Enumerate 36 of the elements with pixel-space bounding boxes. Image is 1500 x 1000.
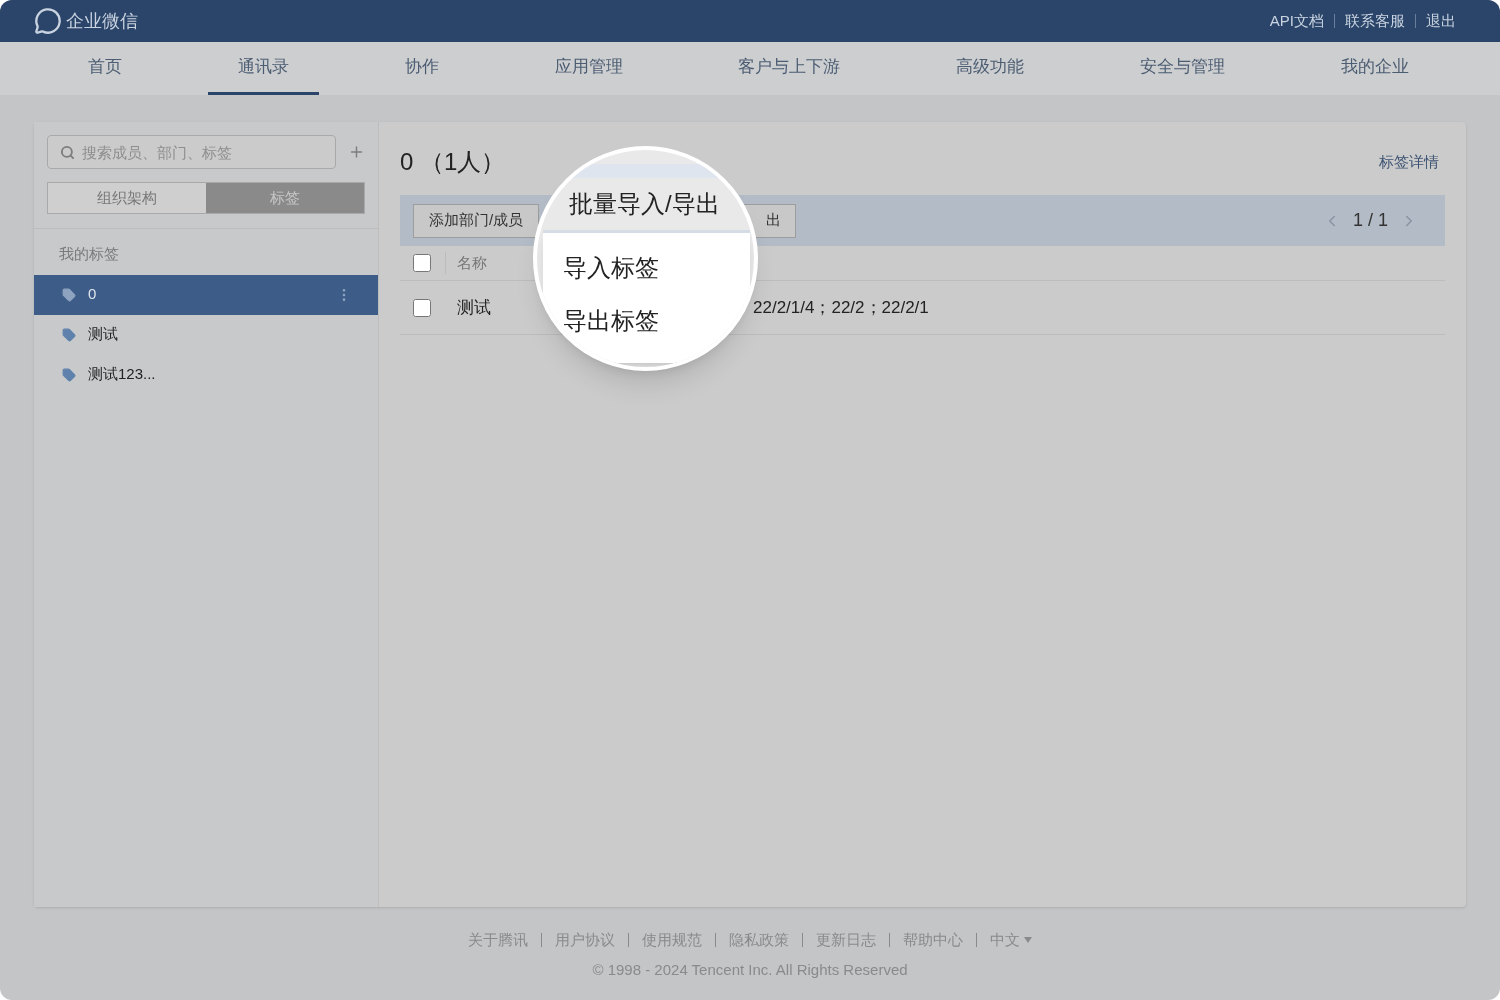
view-tab[interactable]: 组织架构	[48, 183, 206, 213]
nav-tab[interactable]: 客户与上下游	[708, 42, 871, 95]
table-cell: 22/2/1/4；22/2；22/2/1	[753, 297, 929, 317]
select-all-checkbox[interactable]	[413, 254, 431, 272]
menu-item[interactable]: 导入标签	[543, 241, 750, 294]
menu-item[interactable]: 导出标签	[543, 294, 750, 347]
toolbar-button[interactable]: 添加部门/成员	[413, 203, 540, 238]
header-link[interactable]: 联系客服	[1334, 14, 1415, 28]
page-indicator: 1 / 1	[1352, 209, 1388, 232]
nav-tab[interactable]: 首页	[58, 42, 152, 95]
tag-detail-link[interactable]: 标签详情	[1379, 150, 1439, 174]
logo-text: 企业微信	[66, 9, 138, 33]
dropdown-icon	[1024, 937, 1032, 943]
tag-icon	[60, 367, 78, 382]
nav-tab[interactable]: 高级功能	[926, 42, 1055, 95]
nav-tab[interactable]: 我的企业	[1310, 42, 1439, 95]
column-header: 名称	[445, 251, 487, 275]
search-icon	[60, 145, 75, 160]
copyright-text: © 1998 - 2024 Tencent Inc. All Rights Reserved	[591, 960, 909, 980]
tag-item[interactable]: 测试123...	[34, 354, 378, 395]
nav-tab[interactable]: 协作	[374, 42, 469, 95]
tag-title: 0 （1人）	[400, 147, 506, 177]
tag-item[interactable]: 0	[34, 274, 378, 315]
tag-icon	[60, 287, 78, 302]
header-link[interactable]: 退出	[1415, 14, 1466, 28]
nav-tab[interactable]: 通讯录	[207, 42, 319, 95]
logo-icon	[34, 7, 62, 35]
tag-item[interactable]: 测试	[34, 314, 378, 355]
table-cell: 测试	[457, 297, 491, 317]
header-link[interactable]: API文档	[1259, 14, 1334, 28]
nav-tab[interactable]: 安全与管理	[1110, 42, 1256, 95]
nav-tab[interactable]: 应用管理	[524, 42, 653, 95]
row-checkbox[interactable]	[413, 298, 431, 317]
tag-icon	[60, 327, 78, 342]
search-field[interactable]: 搜索成员、部门、标签	[47, 135, 336, 169]
section-label: 我的标签	[58, 244, 120, 264]
